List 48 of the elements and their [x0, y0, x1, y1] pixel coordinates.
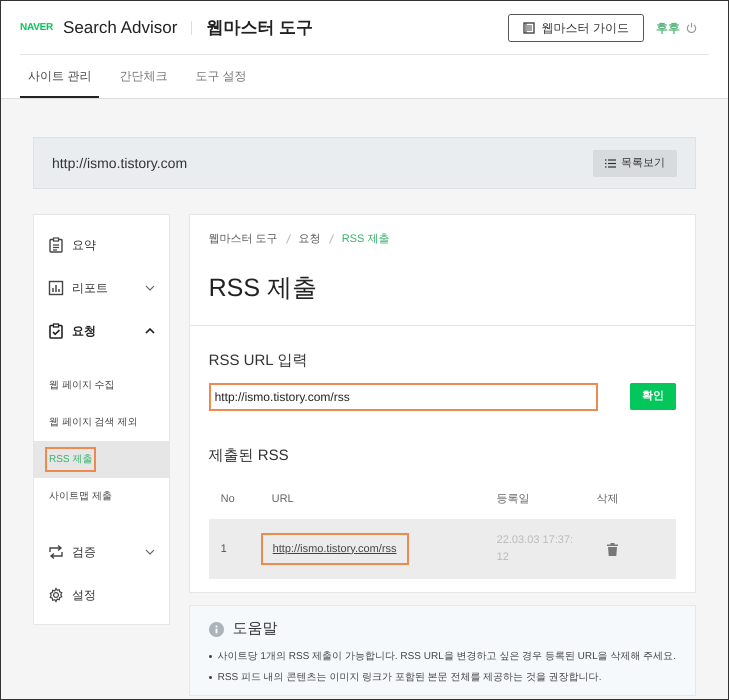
- sidebar-subitem[interactable]: 웹 페이지 검색 제외: [45, 410, 142, 435]
- sidebar-item[interactable]: 설정: [34, 573, 169, 616]
- column-header: No: [220, 492, 235, 505]
- info-icon: [208, 622, 224, 637]
- app-title: 웹마스터 도구: [206, 16, 314, 39]
- nav-tab[interactable]: 사이트 관리: [20, 55, 100, 98]
- list-view-button[interactable]: 목록보기: [593, 150, 677, 176]
- nav-tab[interactable]: 간단체크: [111, 55, 176, 98]
- sidebar-subitem[interactable]: 웹 페이지 수집: [45, 373, 119, 398]
- bullet-icon: [208, 654, 212, 658]
- book-icon: [522, 22, 535, 34]
- slash-separator-icon: [286, 234, 291, 244]
- breadcrumb-link[interactable]: 웹마스터 도구: [208, 231, 278, 248]
- chevron-down-icon[interactable]: [144, 284, 155, 290]
- chevron-up-icon[interactable]: [144, 328, 155, 334]
- sidebar-item[interactable]: 요청: [34, 309, 169, 352]
- sidebar-subitem[interactable]: 사이트맵 제출: [45, 484, 116, 509]
- gear-icon: [48, 586, 64, 602]
- document-icon: [48, 236, 64, 252]
- site-url: http://ismo.tistory.com: [52, 154, 188, 173]
- column-header: URL: [272, 492, 294, 505]
- guide-button[interactable]: 웹마스터 가이드: [508, 14, 644, 42]
- input-label: RSS URL 입력: [208, 351, 308, 371]
- trash-icon[interactable]: [606, 542, 618, 556]
- sidebar-item[interactable]: 요약: [34, 223, 169, 266]
- product-name: Search Advisor: [63, 16, 178, 39]
- sidebar-item[interactable]: 리포트: [34, 266, 169, 309]
- help-title: 도움말: [232, 619, 278, 639]
- list-icon: [605, 158, 616, 168]
- nav-tab[interactable]: 도구 설정: [187, 55, 255, 98]
- column-header: 등록일: [496, 492, 530, 505]
- rss-url-link[interactable]: http://ismo.tistory.com/rss: [260, 532, 408, 566]
- url-input-field[interactable]: http://ismo.tistory.com/rss: [208, 382, 598, 410]
- bar-chart-icon: [48, 280, 64, 296]
- power-icon[interactable]: [686, 22, 697, 33]
- help-text: RSS 피드 내의 콘텐츠는 이미지 링크가 포함된 본문 전체를 제공하는 것을 권장합니다.: [218, 670, 602, 684]
- slash-separator-icon: [328, 234, 334, 244]
- chevron-down-icon[interactable]: [144, 548, 155, 554]
- column-header: 삭제: [596, 492, 619, 505]
- swap-arrows-icon: [48, 544, 64, 560]
- page-title: RSS 제출: [208, 272, 318, 304]
- table-cell: 1: [220, 542, 227, 555]
- help-text: 사이트당 1개의 RSS 제출이 가능합니다. RSS URL을 변경하고 싶은 경우 등록된 URL을 삭제해 주세요.: [218, 650, 676, 664]
- sidebar-item[interactable]: 검증: [34, 530, 169, 573]
- breadcrumb-link[interactable]: 요청: [298, 231, 321, 248]
- bullet-icon: [208, 676, 212, 678]
- section-title: 제출된 RSS: [208, 446, 290, 466]
- clipboard-check-icon: [48, 322, 64, 338]
